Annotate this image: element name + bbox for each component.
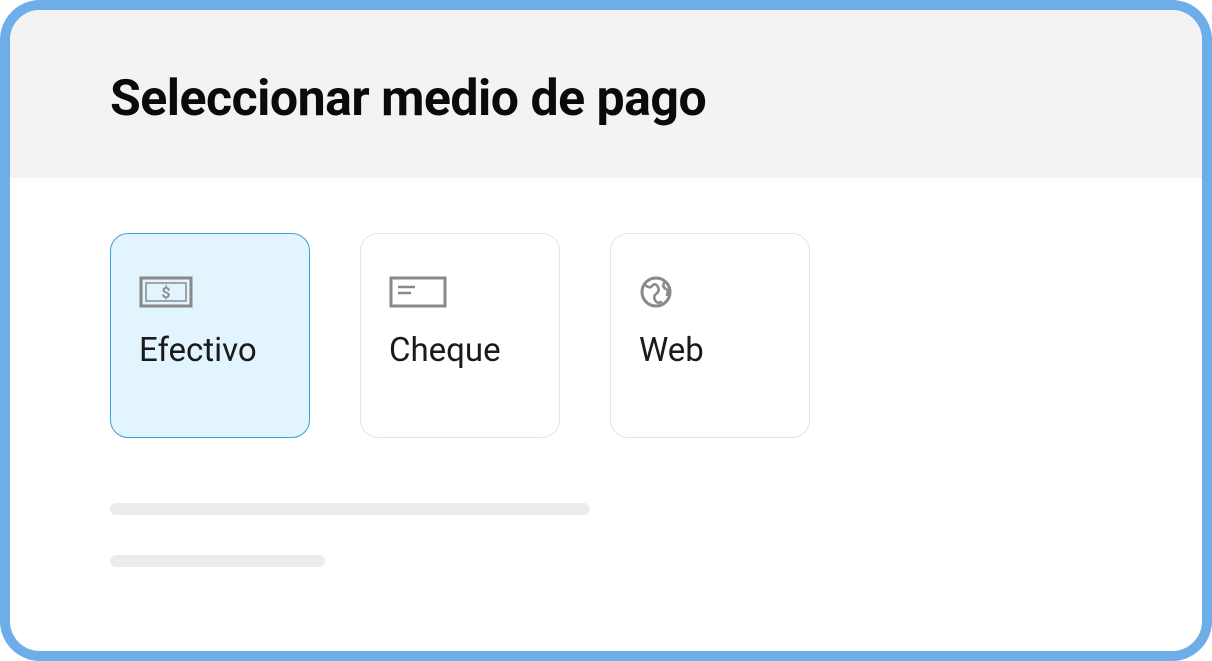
- payment-options: $ Efectivo Cheque: [110, 233, 1102, 438]
- svg-text:$: $: [161, 283, 170, 302]
- header: Seleccionar medio de pago: [10, 10, 1202, 178]
- cash-icon: $: [139, 274, 193, 309]
- app-window: Seleccionar medio de pago $ Efectivo: [0, 0, 1212, 661]
- payment-label: Web: [639, 331, 704, 370]
- check-icon: [389, 274, 447, 309]
- loading-placeholders: [110, 503, 1102, 567]
- placeholder-line: [110, 503, 590, 515]
- payment-option-check[interactable]: Cheque: [360, 233, 560, 438]
- payment-option-cash[interactable]: $ Efectivo: [110, 233, 310, 438]
- globe-icon: [639, 274, 673, 309]
- content-area: $ Efectivo Cheque: [10, 178, 1202, 647]
- page-title: Seleccionar medio de pago: [110, 70, 1102, 128]
- payment-label: Cheque: [389, 331, 501, 370]
- payment-label: Efectivo: [139, 331, 257, 370]
- placeholder-line: [110, 555, 325, 567]
- payment-option-web[interactable]: Web: [610, 233, 810, 438]
